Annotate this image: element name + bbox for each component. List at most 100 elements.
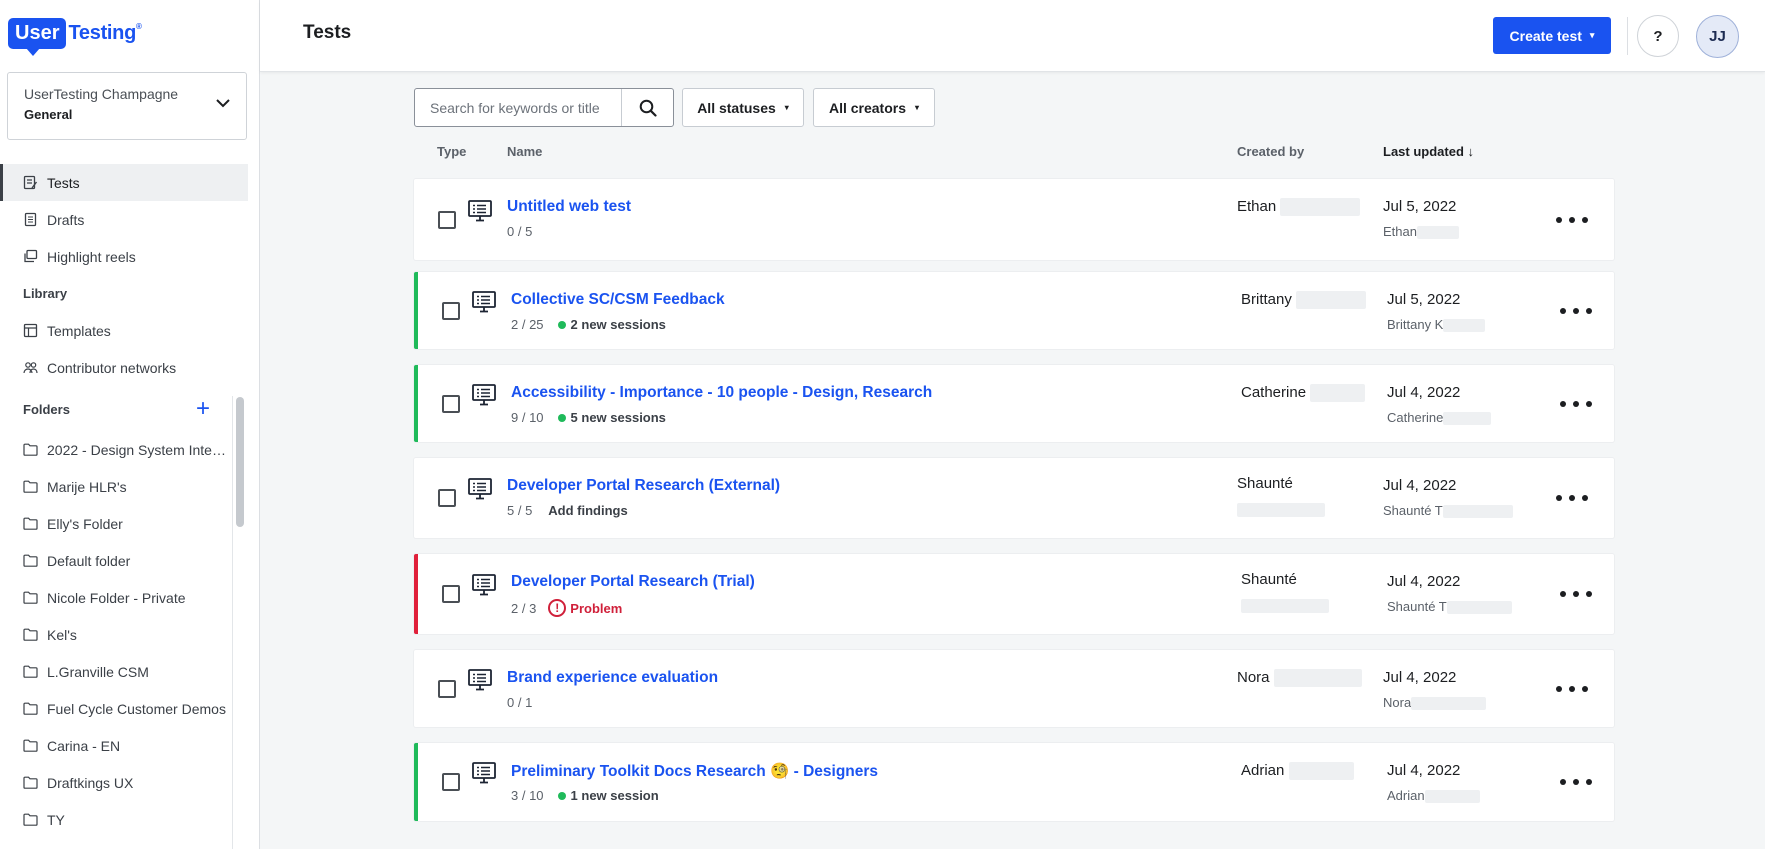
table-row[interactable]: Untitled web test 0 / 5 Ethan Jul 5, 2022 E… <box>414 179 1614 260</box>
dot-icon <box>1560 779 1566 785</box>
table-row[interactable]: Developer Portal Research (External) 5 / … <box>414 458 1614 538</box>
test-progress: 9 / 10 <box>511 410 544 425</box>
table-row[interactable]: Developer Portal Research (Trial) 2 / 3! P… <box>414 554 1614 634</box>
creator-name: Shaunté <box>1241 571 1297 588</box>
redacted-text <box>1280 198 1361 217</box>
dot-icon <box>1560 400 1566 407</box>
top-bar: Tests Create test ▾ ? JJ <box>260 0 1765 72</box>
table-row[interactable]: Brand experience evaluation 0 / 1 Nora Jul… <box>414 650 1614 727</box>
search-input[interactable] <box>415 89 621 126</box>
last-updated-by: Shaunté T <box>1387 599 1512 615</box>
create-test-button[interactable]: Create test ▾ <box>1493 17 1611 54</box>
creator-filter-dropdown[interactable]: All creators ▾ <box>813 88 935 127</box>
sidebar-item-label: Contributor networks <box>47 359 177 376</box>
test-name-link[interactable]: Developer Portal Research (External) <box>507 477 780 495</box>
add-folder-button[interactable]: + <box>196 397 210 421</box>
new-sessions-text: 1 new session <box>570 788 659 803</box>
sidebar-item-contributor-networks[interactable]: Contributor networks <box>0 349 248 386</box>
sidebar-item-tests[interactable]: Tests <box>0 164 248 201</box>
folder-item[interactable]: Kel's <box>0 616 232 653</box>
highlight-reels-icon <box>24 249 38 263</box>
sidebar-item-label: Tests <box>47 174 80 191</box>
status-filter-dropdown[interactable]: All statuses ▾ <box>682 88 804 127</box>
folder-item[interactable]: Default folder <box>0 542 232 579</box>
folder-label: Fuel Cycle Customer Demos <box>47 700 226 717</box>
folder-item[interactable]: Carina - EN <box>0 727 232 764</box>
people-icon <box>23 362 38 374</box>
more-options-button[interactable] <box>1560 301 1592 321</box>
row-checkbox[interactable] <box>442 301 460 320</box>
row-checkbox[interactable] <box>438 489 456 507</box>
updater-name: Ethan <box>1383 224 1417 239</box>
avatar[interactable]: JJ <box>1696 15 1739 58</box>
table-row[interactable]: Preliminary Toolkit Docs Research 🧐 - De… <box>414 743 1614 821</box>
help-button[interactable]: ? <box>1637 15 1679 57</box>
search-button[interactable] <box>621 89 673 126</box>
redacted-text <box>1310 384 1366 403</box>
folder-label: Carina - EN <box>47 737 121 754</box>
test-name-link[interactable]: Preliminary Toolkit Docs Research 🧐 - De… <box>511 762 878 781</box>
logo-testing-text: Testing® <box>68 21 142 44</box>
problem-status: ! Problem <box>548 599 622 617</box>
sidebar-item-highlight-reels[interactable]: Highlight reels <box>0 238 248 275</box>
workspace-selector[interactable]: UserTesting Champagne General <box>7 72 247 140</box>
more-options-button[interactable] <box>1560 394 1592 414</box>
row-checkbox[interactable] <box>442 773 460 791</box>
row-checkbox[interactable] <box>438 210 456 229</box>
caret-down-icon: ▾ <box>915 103 920 112</box>
sidebar-nav: Tests Drafts Highlight reels Library Tem… <box>0 164 248 386</box>
creator-first-name: Adrian <box>1241 762 1285 779</box>
dot-icon <box>1573 779 1579 785</box>
folder-item[interactable]: Elly's Folder <box>0 505 232 542</box>
dot-icon <box>1556 685 1562 692</box>
more-options-button[interactable] <box>1560 584 1592 604</box>
folder-item[interactable]: L.Granville CSM <box>0 653 232 690</box>
dot-icon <box>1569 495 1575 501</box>
row-checkbox[interactable] <box>438 679 456 698</box>
redacted-text <box>1446 601 1512 615</box>
folder-item[interactable]: 2022 - Design System Inter... <box>0 431 232 468</box>
test-meta: 5 / 5 Add findings <box>507 503 628 518</box>
test-name-link[interactable]: Collective SC/CSM Feedback <box>511 291 725 309</box>
row-checkbox[interactable] <box>442 585 460 603</box>
folder-item[interactable]: Draftkings UX <box>0 764 232 801</box>
updater-name: Adrian <box>1387 788 1425 803</box>
more-options-button[interactable] <box>1556 210 1588 230</box>
column-header-created-by[interactable]: Created by <box>1237 144 1304 159</box>
sidebar: User Testing® UserTesting Champagne Gene… <box>0 0 260 849</box>
test-name-link[interactable]: Accessibility - Importance - 10 people -… <box>511 384 932 402</box>
column-header-last-updated[interactable]: Last updated ↓ <box>1383 144 1474 159</box>
test-name-link[interactable]: Untitled web test <box>507 198 631 216</box>
more-options-button[interactable] <box>1556 679 1588 699</box>
folder-label: Nicole Folder - Private <box>47 589 186 606</box>
creator-filter-label: All creators <box>828 99 907 116</box>
table-row[interactable]: Collective SC/CSM Feedback 2 / 25 2 new se… <box>414 272 1614 349</box>
last-updated-date: Jul 4, 2022 <box>1387 762 1461 779</box>
more-options-button[interactable] <box>1556 488 1588 508</box>
column-header-type: Type <box>437 144 467 159</box>
test-name-link[interactable]: Developer Portal Research (Trial) <box>511 573 755 591</box>
folder-item[interactable]: Fuel Cycle Customer Demos <box>0 690 232 727</box>
creator-first-name: Catherine <box>1241 384 1307 401</box>
folder-label: Marije HLR's <box>47 478 127 495</box>
tests-icon <box>23 175 38 190</box>
row-checkbox[interactable] <box>442 394 460 413</box>
folder-item[interactable]: Marije HLR's <box>0 468 232 505</box>
header-divider <box>1627 17 1628 55</box>
sidebar-scrollbar[interactable] <box>236 397 244 527</box>
sidebar-item-drafts[interactable]: Drafts <box>0 201 248 238</box>
table-row[interactable]: Accessibility - Importance - 10 people -… <box>414 365 1614 442</box>
folder-item[interactable]: Nicole Folder - Private <box>0 579 232 616</box>
more-options-button[interactable] <box>1560 772 1592 792</box>
folder-item[interactable]: TY <box>0 801 232 838</box>
redacted-text <box>1443 412 1492 426</box>
usertesting-logo[interactable]: User Testing® <box>8 16 142 56</box>
column-header-name[interactable]: Name <box>507 144 542 159</box>
test-name-link[interactable]: Brand experience evaluation <box>507 669 718 687</box>
creator-name: Adrian <box>1241 762 1354 781</box>
sidebar-item-templates[interactable]: Templates <box>0 312 248 349</box>
folder-icon <box>23 591 38 604</box>
new-sessions-dot <box>557 320 566 329</box>
add-findings-link[interactable]: Add findings <box>548 503 627 518</box>
new-sessions-text: 5 new sessions <box>570 410 666 425</box>
